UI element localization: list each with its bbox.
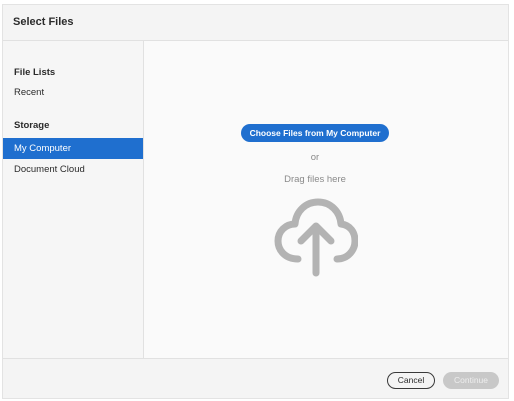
storage-heading: Storage bbox=[14, 120, 50, 131]
sidebar: File Lists Recent Storage My Computer Do… bbox=[3, 41, 144, 358]
file-lists-heading: File Lists bbox=[14, 67, 56, 78]
continue-button[interactable]: Continue bbox=[443, 372, 499, 389]
sidebar-item-label: Recent bbox=[14, 87, 45, 98]
dialog-header: Select Files bbox=[3, 5, 508, 41]
sidebar-item-recent[interactable]: Recent bbox=[3, 82, 143, 103]
select-files-dialog: Select Files File Lists Recent Storage M… bbox=[2, 4, 509, 399]
sidebar-item-label: My Computer bbox=[14, 143, 72, 154]
dialog-title: Select Files bbox=[13, 16, 74, 28]
sidebar-item-label: Document Cloud bbox=[14, 164, 85, 175]
or-text: or bbox=[310, 152, 320, 163]
cloud-upload-icon bbox=[274, 198, 358, 277]
drag-files-hint: Drag files here bbox=[284, 174, 346, 185]
file-drop-area[interactable]: Choose Files from My Computer or Drag fi… bbox=[144, 41, 508, 358]
sidebar-item-document-cloud[interactable]: Document Cloud bbox=[3, 159, 143, 180]
cancel-button[interactable]: Cancel bbox=[387, 372, 435, 389]
choose-files-button[interactable]: Choose Files from My Computer bbox=[241, 124, 389, 142]
sidebar-item-my-computer[interactable]: My Computer bbox=[3, 138, 143, 159]
dialog-footer: Cancel Continue bbox=[3, 358, 508, 398]
